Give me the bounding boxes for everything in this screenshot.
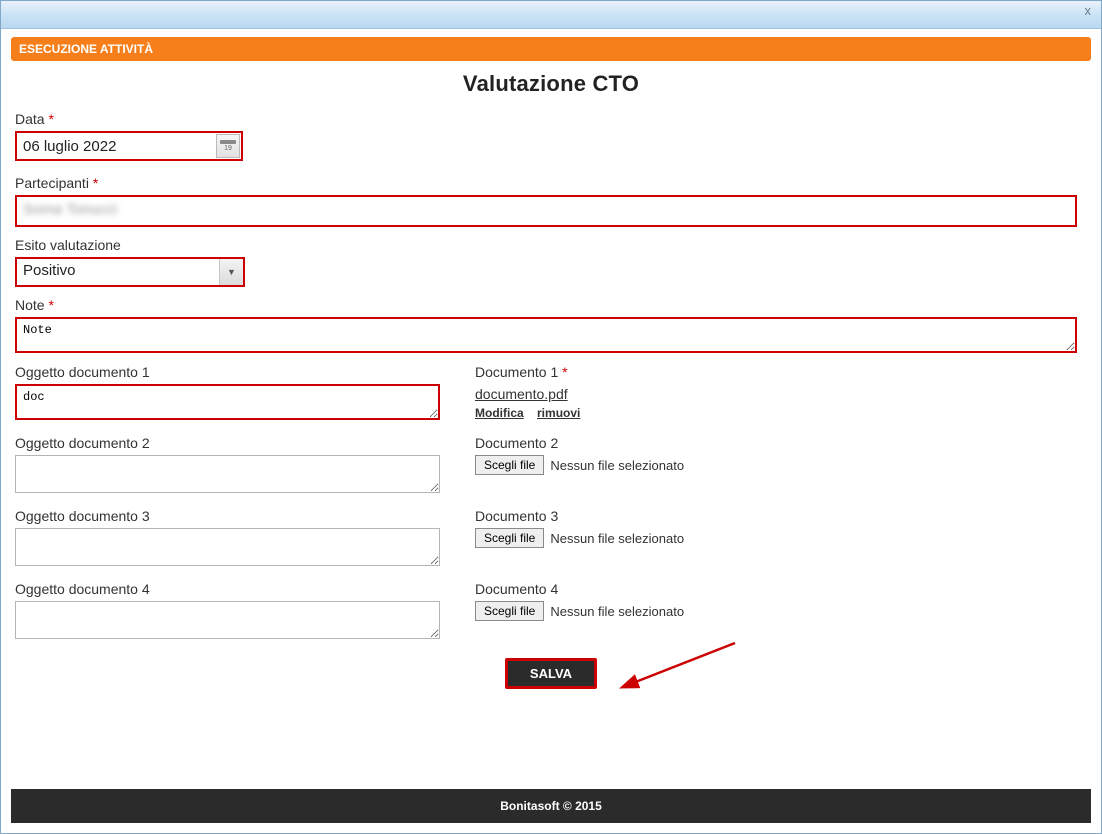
doc1-remove-link[interactable]: rimuovi <box>537 406 580 420</box>
label-obj1: Oggetto documento 1 <box>15 364 455 380</box>
doc3-choose-button[interactable]: Scegli file <box>475 528 544 548</box>
label-doc1: Documento 1 * <box>475 364 1087 380</box>
label-obj4: Oggetto documento 4 <box>15 581 455 597</box>
doc2-file-text: Nessun file selezionato <box>550 458 684 473</box>
label-doc4: Documento 4 <box>475 581 1087 597</box>
label-doc3: Documento 3 <box>475 508 1087 524</box>
form: Data * 19 Partecipanti * Soma Tonucci Es… <box>11 111 1091 689</box>
date-input[interactable] <box>15 131 243 161</box>
doc2-choose-button[interactable]: Scegli file <box>475 455 544 475</box>
esito-select-wrap: Positivo ▼ <box>15 257 245 287</box>
calendar-icon[interactable]: 19 <box>216 134 240 158</box>
label-doc2: Documento 2 <box>475 435 1087 451</box>
obj1-textarea[interactable] <box>15 384 440 420</box>
esito-select[interactable]: Positivo <box>15 257 245 287</box>
obj3-textarea[interactable] <box>15 528 440 566</box>
close-icon[interactable]: x <box>1081 3 1096 18</box>
save-row: SALVA <box>15 658 1087 689</box>
label-note: Note * <box>15 297 1087 313</box>
annotation-arrow-icon <box>615 638 755 708</box>
label-partecipanti: Partecipanti * <box>15 175 1087 191</box>
doc1-link[interactable]: documento.pdf <box>475 386 568 402</box>
note-textarea[interactable] <box>15 317 1077 353</box>
doc3-file-text: Nessun file selezionato <box>550 531 684 546</box>
partecipanti-input[interactable]: Soma Tonucci <box>15 195 1077 227</box>
label-data: Data * <box>15 111 1087 127</box>
doc1-edit-link[interactable]: Modifica <box>475 406 524 420</box>
titlebar: x <box>1 1 1101 29</box>
label-obj3: Oggetto documento 3 <box>15 508 455 524</box>
label-obj2: Oggetto documento 2 <box>15 435 455 451</box>
doc4-choose-button[interactable]: Scegli file <box>475 601 544 621</box>
obj2-textarea[interactable] <box>15 455 440 493</box>
footer: Bonitasoft © 2015 <box>11 789 1091 823</box>
doc4-file-text: Nessun file selezionato <box>550 604 684 619</box>
obj4-textarea[interactable] <box>15 601 440 639</box>
modal-window: x ESECUZIONE ATTIVITÀ Valutazione CTO Da… <box>0 0 1102 834</box>
label-esito: Esito valutazione <box>15 237 1087 253</box>
content-area: ESECUZIONE ATTIVITÀ Valutazione CTO Data… <box>1 29 1101 689</box>
save-button[interactable]: SALVA <box>505 658 597 689</box>
doc1-actions: Modifica rimuovi <box>475 406 1087 420</box>
section-header: ESECUZIONE ATTIVITÀ <box>11 37 1091 61</box>
date-field-wrap: 19 <box>15 131 243 161</box>
page-title: Valutazione CTO <box>11 71 1091 97</box>
